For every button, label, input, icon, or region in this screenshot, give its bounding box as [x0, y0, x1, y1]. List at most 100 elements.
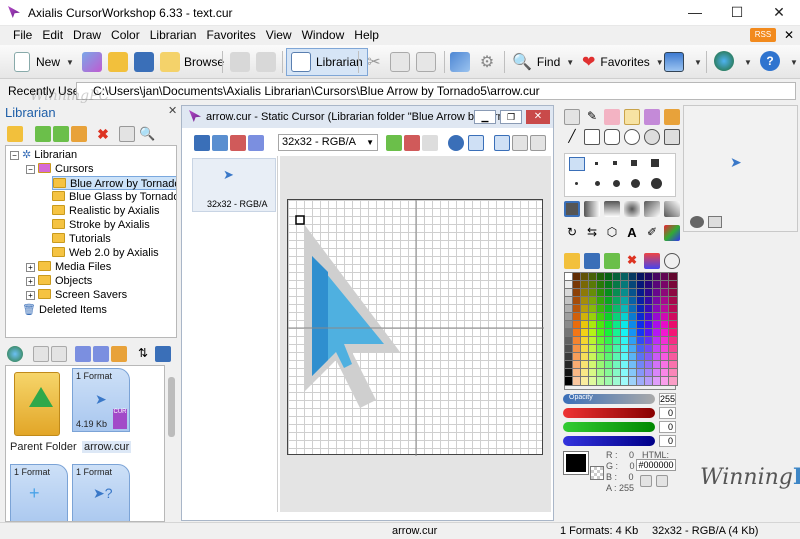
palette-swatch[interactable]	[628, 328, 638, 338]
paste-icon[interactable]	[416, 52, 436, 72]
palette-swatch[interactable]	[564, 368, 574, 378]
palette-swatch[interactable]	[652, 280, 662, 290]
palette-swatch[interactable]	[636, 272, 646, 282]
palette-swatch[interactable]	[620, 304, 630, 314]
palette-swatch[interactable]	[636, 368, 646, 378]
collapse-icon[interactable]: −	[10, 151, 19, 160]
parent-folder-thumb[interactable]	[14, 372, 60, 436]
tree-node-blue-arrow[interactable]: Blue Arrow by Tornado	[52, 176, 176, 190]
palette-swatch[interactable]	[620, 376, 630, 386]
palette-swatch[interactable]	[668, 328, 678, 338]
palette-swatch[interactable]	[572, 288, 582, 298]
palette-swatch[interactable]	[612, 328, 622, 338]
palette-swatch[interactable]	[572, 280, 582, 290]
palette-swatch[interactable]	[652, 344, 662, 354]
palette-swatch[interactable]	[572, 296, 582, 306]
opacity-value[interactable]: 255	[659, 393, 676, 405]
palette-swatch[interactable]	[620, 336, 630, 346]
palette-swatch[interactable]	[564, 272, 574, 282]
brush-dot[interactable]	[613, 180, 620, 187]
palette-swatch[interactable]	[668, 360, 678, 370]
palette-swatch[interactable]	[612, 296, 622, 306]
tree-node-cursors[interactable]: Cursors	[38, 162, 94, 176]
tree-node-deleted[interactable]: 🗑 Deleted Items	[22, 303, 107, 317]
file-thumb-2[interactable]: 1 Format +	[10, 464, 68, 521]
sort-icon[interactable]: ⇅	[135, 346, 151, 362]
tree-node-screen-savers[interactable]: Screen Savers	[38, 288, 127, 302]
fill-icon[interactable]	[664, 109, 680, 125]
palette-swatch[interactable]	[652, 328, 662, 338]
palette-swatch[interactable]	[652, 312, 662, 322]
palette-swatch[interactable]	[588, 288, 598, 298]
palette-swatch[interactable]	[620, 344, 630, 354]
palette-swatch[interactable]	[660, 304, 670, 314]
format-properties-icon[interactable]	[248, 135, 264, 151]
palette-swatch[interactable]	[612, 336, 622, 346]
palette-swatch[interactable]	[620, 328, 630, 338]
palette-swatch[interactable]	[564, 336, 574, 346]
fill-mode-gradient-icon[interactable]	[584, 201, 600, 217]
monitor-icon[interactable]	[664, 52, 684, 72]
palette-swatch[interactable]	[660, 320, 670, 330]
palette-swatch[interactable]	[628, 296, 638, 306]
opacity-slider[interactable]: Opacity	[563, 394, 655, 404]
palette-swatch[interactable]	[644, 304, 654, 314]
palette-swatch[interactable]	[596, 304, 606, 314]
brush-dot[interactable]	[595, 162, 598, 165]
rounded-rect-tool-icon[interactable]	[604, 129, 620, 145]
rotate-icon[interactable]: ↻	[564, 225, 580, 241]
menu-draw[interactable]: Draw	[68, 26, 106, 45]
palette-swatch[interactable]	[668, 320, 678, 330]
pen-icon[interactable]: ✐	[644, 225, 660, 241]
palette-swatch[interactable]	[596, 296, 606, 306]
palette-swatch[interactable]	[660, 352, 670, 362]
color-palette[interactable]	[564, 272, 678, 390]
palette-swatch[interactable]	[628, 336, 638, 346]
browse-button[interactable]: Browse	[160, 50, 224, 74]
palette-swatch[interactable]	[604, 328, 614, 338]
green-slider[interactable]	[563, 422, 655, 432]
palette-swatch[interactable]	[588, 344, 598, 354]
add-color-icon[interactable]	[604, 253, 620, 269]
red-value[interactable]: 0	[659, 407, 676, 419]
palette-swatch[interactable]	[644, 296, 654, 306]
palette-swatch[interactable]	[660, 328, 670, 338]
palette-swatch[interactable]	[588, 296, 598, 306]
palette-swatch[interactable]	[564, 312, 574, 322]
tree-node-web20[interactable]: Web 2.0 by Axialis	[52, 246, 159, 260]
palette-swatch[interactable]	[588, 272, 598, 282]
palette-swatch[interactable]	[636, 336, 646, 346]
palette-swatch[interactable]	[636, 360, 646, 370]
palette-swatch[interactable]	[572, 320, 582, 330]
palette-swatch[interactable]	[572, 328, 582, 338]
palette-swatch[interactable]	[636, 280, 646, 290]
palette-swatch[interactable]	[644, 352, 654, 362]
red-slider[interactable]	[563, 408, 655, 418]
palette-swatch[interactable]	[652, 288, 662, 298]
palette-swatch[interactable]	[588, 336, 598, 346]
panel-close-icon[interactable]: ✕	[168, 104, 177, 117]
blue-slider[interactable]	[563, 436, 655, 446]
brush-dot[interactable]	[613, 161, 617, 165]
palette-swatch[interactable]	[636, 376, 646, 386]
palette-swatch[interactable]	[652, 360, 662, 370]
palette-swatch[interactable]	[604, 376, 614, 386]
eraser-icon[interactable]	[604, 109, 620, 125]
menu-edit[interactable]: Edit	[37, 26, 68, 45]
find-button[interactable]: 🔍 Find ▼	[512, 50, 574, 74]
palette-swatch[interactable]	[596, 344, 606, 354]
tree-node-librarian[interactable]: ✲ Librarian	[22, 148, 77, 162]
palette-swatch[interactable]	[652, 352, 662, 362]
filled-rect-tool-icon[interactable]	[664, 129, 680, 145]
text-tool-icon[interactable]: A	[624, 225, 640, 241]
palette-swatch[interactable]	[564, 360, 574, 370]
view-icon[interactable]	[155, 346, 171, 362]
palette-swatch[interactable]	[580, 344, 590, 354]
palette-swatch[interactable]	[636, 320, 646, 330]
palette-swatch[interactable]	[628, 312, 638, 322]
palette-swatch[interactable]	[612, 352, 622, 362]
fill-mode-diagonal2-icon[interactable]	[664, 201, 680, 217]
palette-swatch[interactable]	[604, 288, 614, 298]
palette-swatch[interactable]	[564, 328, 574, 338]
globe-icon[interactable]	[714, 51, 734, 71]
